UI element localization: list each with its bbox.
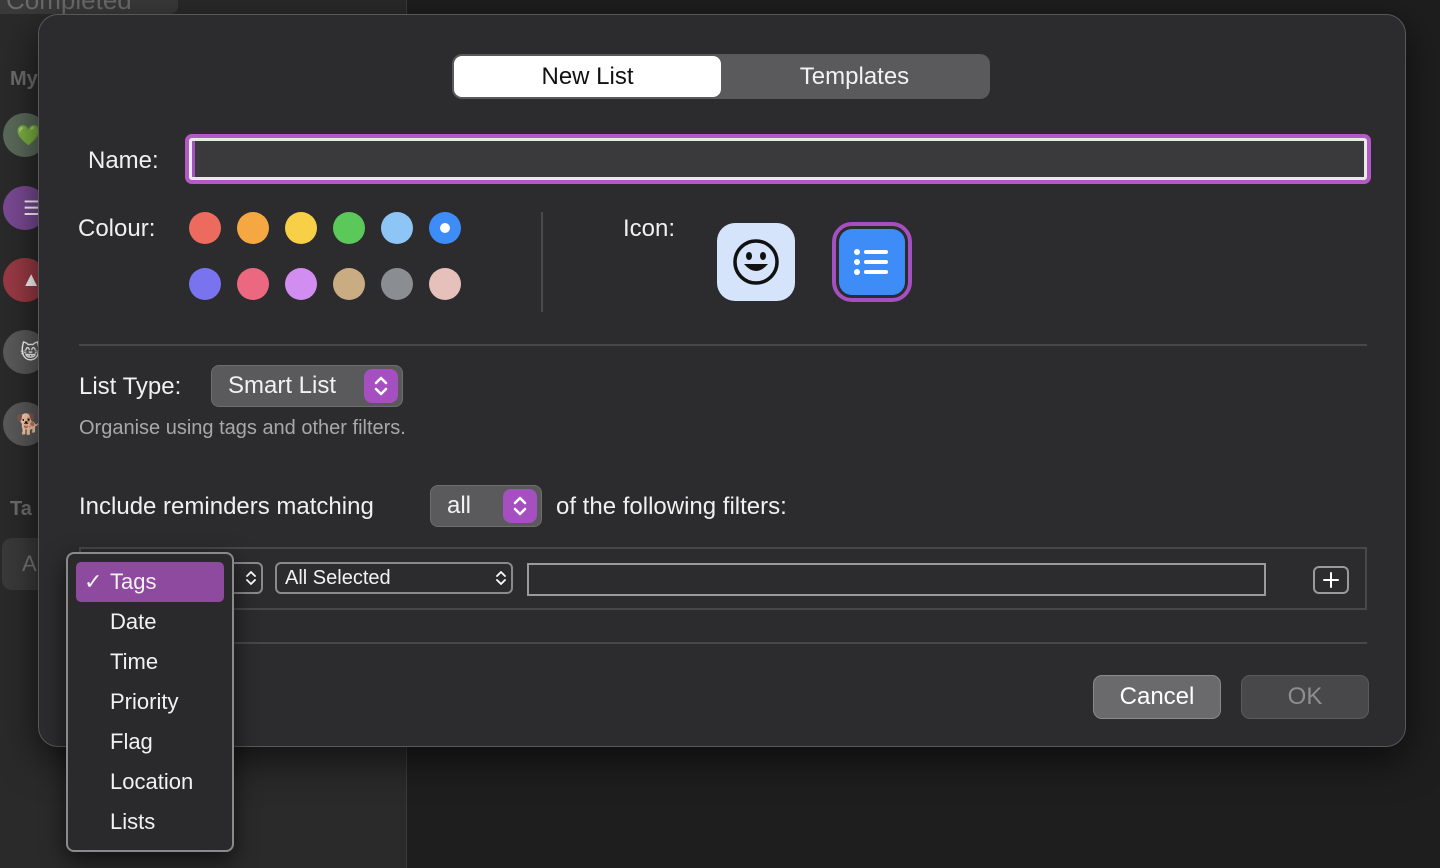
chevron-updown-icon [364, 369, 398, 403]
ok-button[interactable]: OK [1241, 675, 1369, 719]
menu-item-label: Time [110, 649, 159, 674]
list-type-value: Smart List [228, 372, 337, 399]
completed-list-label: Completed [0, 0, 178, 14]
name-input[interactable] [192, 141, 1364, 177]
list-type-popup[interactable]: Smart List [211, 365, 403, 407]
menu-item-time[interactable]: Time [76, 642, 224, 682]
menu-item-priority[interactable]: Priority [76, 682, 224, 722]
colour-swatch-blue[interactable] [429, 212, 461, 244]
menu-item-label: Tags [110, 569, 157, 594]
colour-swatch-red[interactable] [189, 212, 221, 244]
name-label: Name: [88, 147, 159, 174]
filter-text-input[interactable] [527, 563, 1266, 596]
tag-selection-popup[interactable]: All Selected [275, 562, 513, 594]
colour-swatch-pink[interactable] [237, 268, 269, 300]
menu-item-flag[interactable]: Flag [76, 722, 224, 762]
match-mode-value: all [447, 492, 472, 519]
tab-new-list[interactable]: New List [454, 56, 721, 97]
menu-item-label: Flag [110, 729, 153, 754]
menu-item-date[interactable]: Date [76, 602, 224, 642]
list-bullets-icon [839, 229, 905, 295]
colour-swatch-orange[interactable] [237, 212, 269, 244]
colour-swatch-light-blue[interactable] [381, 212, 413, 244]
list-type-label: List Type: [79, 373, 182, 400]
menu-item-lists[interactable]: Lists [76, 802, 224, 842]
my-lists-heading: My [10, 68, 38, 90]
include-prefix-label: Include reminders matching [79, 493, 374, 520]
menu-item-label: Date [110, 609, 157, 634]
colour-swatch-tan[interactable] [333, 268, 365, 300]
checkmark-icon: ✓ [84, 569, 103, 594]
menu-item-label: Lists [110, 809, 156, 834]
plus-icon [1323, 572, 1339, 588]
colour-swatch-purple[interactable] [285, 268, 317, 300]
mode-segmented-control: New List Templates [452, 54, 990, 99]
icon-label: Icon: [623, 215, 676, 242]
chevron-updown-icon [491, 570, 511, 586]
list-type-helper: Organise using tags and other filters. [79, 417, 406, 439]
tab-templates[interactable]: Templates [721, 56, 988, 97]
menu-item-label: Location [110, 769, 194, 794]
cancel-button[interactable]: Cancel [1093, 675, 1221, 719]
filter-type-menu: ✓ Tags Date Time Priority Flag Location … [66, 552, 234, 852]
colour-swatch-grey[interactable] [381, 268, 413, 300]
include-suffix-label: of the following filters: [556, 493, 787, 520]
chevron-updown-icon [503, 489, 537, 523]
colour-swatch-green[interactable] [333, 212, 365, 244]
colour-swatch-yellow[interactable] [285, 212, 317, 244]
smiley-face-icon [733, 239, 779, 285]
tags-heading: Ta [10, 498, 32, 520]
colour-swatch-indigo[interactable] [189, 268, 221, 300]
menu-item-label: Priority [110, 689, 179, 714]
section-divider-bottom [79, 642, 1367, 644]
colour-label: Colour: [78, 215, 156, 242]
colour-swatch-rose[interactable] [429, 268, 461, 300]
emoji-icon-option[interactable] [717, 223, 795, 301]
menu-item-tags[interactable]: ✓ Tags [76, 562, 224, 602]
add-filter-button[interactable] [1313, 566, 1349, 594]
new-list-sheet: New List Templates Name: Colour: Icon: L… [38, 14, 1406, 747]
colour-icon-divider [541, 212, 543, 312]
chevron-updown-icon [241, 570, 261, 586]
tag-selection-value: All Selected [285, 566, 391, 589]
menu-item-location[interactable]: Location [76, 762, 224, 802]
name-field-frame [185, 134, 1371, 184]
list-icon-option[interactable] [832, 222, 912, 302]
section-divider-top [79, 344, 1367, 346]
match-mode-popup[interactable]: all [430, 485, 542, 527]
